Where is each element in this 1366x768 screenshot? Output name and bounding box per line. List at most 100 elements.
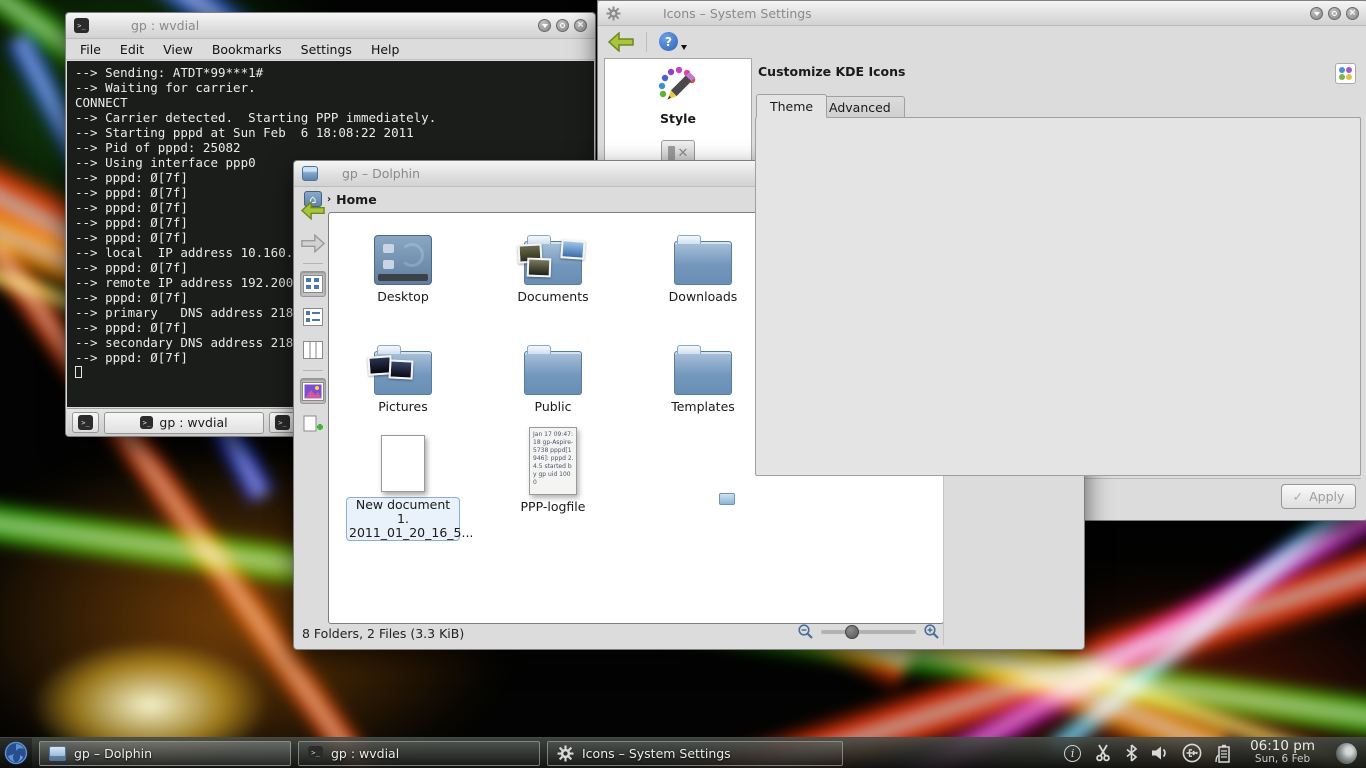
close-button[interactable]: ×: [574, 19, 587, 32]
file-tile-templates[interactable]: Templates: [648, 331, 758, 414]
system-settings-window-title: Icons – System Settings: [663, 6, 812, 21]
icons-view-button[interactable]: [300, 271, 326, 297]
breadcrumb-home[interactable]: Home: [336, 192, 377, 207]
tab-theme[interactable]: Theme: [756, 94, 827, 118]
tab-advanced-label: Advanced: [829, 100, 891, 115]
preview-button[interactable]: [300, 378, 326, 404]
sidebar-item-style-label: Style: [605, 111, 751, 126]
page-title: Customize KDE Icons: [758, 64, 905, 79]
folder-icon: [674, 241, 732, 285]
details-view-button[interactable]: [300, 304, 326, 330]
folder-icon: [674, 351, 732, 395]
columns-view-icon: [303, 341, 323, 359]
desktop-folder-icon: [374, 235, 432, 285]
file-tile-ppp-logfile[interactable]: Jan 17 09:47:18 gp-Aspire-5738 pppd[1946…: [498, 421, 608, 514]
back-icon: [301, 201, 325, 220]
dolphin-icon: [302, 166, 318, 181]
file-tile-pictures[interactable]: Pictures: [348, 331, 458, 414]
back-button[interactable]: [300, 197, 326, 223]
panel-toolbox-cashew-icon[interactable]: [1336, 743, 1357, 764]
menu-edit[interactable]: Edit: [120, 42, 144, 57]
dolphin-window-title: gp – Dolphin: [342, 166, 420, 181]
sidebar-item-style[interactable]: Style: [605, 59, 751, 126]
kde-logo-icon: [4, 741, 28, 765]
check-icon: ✓: [1293, 489, 1303, 504]
documents-folder-icon: [524, 241, 582, 285]
task-label: Icons – System Settings: [582, 746, 731, 761]
minimize-button[interactable]: [1310, 7, 1323, 20]
file-tile-documents[interactable]: Documents: [498, 221, 608, 304]
file-tile-downloads[interactable]: Downloads: [648, 221, 758, 304]
menu-bookmarks[interactable]: Bookmarks: [212, 42, 282, 57]
tab-advanced[interactable]: Advanced: [815, 96, 905, 118]
dolphin-icon: [49, 746, 66, 761]
menu-view[interactable]: View: [163, 42, 193, 57]
maximize-button[interactable]: [1328, 7, 1341, 20]
battery-icon[interactable]: [1215, 744, 1231, 763]
status-text: 8 Folders, 2 Files (3.3 KiB): [302, 626, 464, 641]
gear-icon: [606, 6, 621, 21]
new-tab-button[interactable]: >_: [72, 412, 99, 433]
usb-device-icon[interactable]: [1182, 743, 1202, 763]
blank-file-icon: [381, 435, 425, 492]
terminal-icon: >_: [308, 746, 323, 761]
help-button[interactable]: ?: [659, 32, 678, 51]
menu-file[interactable]: File: [80, 42, 101, 57]
split-view-button[interactable]: [300, 411, 326, 437]
apply-button[interactable]: ✓ Apply: [1281, 484, 1356, 509]
text-file-preview: Jan 17 09:47:18 gp-Aspire-5738 pppd[1946…: [530, 428, 576, 487]
menu-help[interactable]: Help: [371, 42, 400, 57]
application-launcher-button[interactable]: [0, 738, 32, 768]
theme-tab-panel: [755, 117, 1361, 476]
zoom-out-icon[interactable]: [797, 623, 814, 640]
dolphin-statusbar: 8 Folders, 2 Files (3.3 KiB): [302, 622, 944, 644]
file-tile-new-document[interactable]: New document 1. 2011_01_20_16_5...: [346, 428, 460, 541]
tile-label: PPP-logfile: [498, 500, 608, 514]
klipper-scissors-icon[interactable]: [1094, 744, 1112, 762]
terminal-tab-label: gp : wvdial: [159, 415, 227, 430]
task-konsole[interactable]: >_ gp : wvdial: [298, 741, 540, 766]
file-tile-public[interactable]: Public: [498, 331, 608, 414]
volume-icon[interactable]: [1151, 745, 1169, 761]
terminal-icon: >_: [275, 415, 290, 430]
divider: [303, 263, 323, 264]
tile-label: Downloads: [648, 290, 758, 304]
split-tab-button[interactable]: >_: [269, 412, 296, 433]
tile-label: Public: [498, 400, 608, 414]
style-icon: [656, 67, 700, 107]
task-system-settings[interactable]: Icons – System Settings: [547, 741, 843, 766]
gear-icon: [557, 745, 574, 762]
terminal-tab[interactable]: >_ gp : wvdial: [104, 412, 264, 434]
notifications-icon[interactable]: i: [1064, 745, 1081, 762]
clock[interactable]: 06:10 pm Sun, 6 Feb: [1250, 740, 1315, 766]
clock-date: Sun, 6 Feb: [1250, 753, 1315, 766]
zoom-slider[interactable]: [821, 630, 916, 634]
desktop: >_ gp : wvdial × File Edit View Bookmark…: [0, 0, 1366, 768]
folder-icon: [524, 351, 582, 395]
konsole-window-title: gp : wvdial: [131, 18, 199, 33]
zoom-slider-handle[interactable]: [845, 625, 859, 639]
overview-grid-icon[interactable]: [1335, 63, 1356, 84]
back-icon[interactable]: [608, 32, 634, 52]
terminal-icon: >_: [140, 416, 153, 429]
divider: [303, 370, 323, 371]
file-tile-desktop[interactable]: Desktop: [348, 221, 458, 304]
taskbar: gp – Dolphin >_ gp : wvdial Icons – Syst…: [0, 737, 1366, 768]
tile-label: Templates: [648, 400, 758, 414]
system-settings-titlebar[interactable]: Icons – System Settings ×: [598, 1, 1366, 26]
terminal-cursor: [75, 366, 82, 378]
task-label: gp – Dolphin: [74, 746, 152, 761]
forward-button[interactable]: [300, 230, 326, 256]
columns-view-button[interactable]: [300, 337, 326, 363]
maximize-button[interactable]: [556, 19, 569, 32]
bluetooth-icon[interactable]: [1125, 744, 1138, 762]
zoom-in-icon[interactable]: [923, 623, 940, 640]
menu-settings[interactable]: Settings: [301, 42, 352, 57]
preview-icon: [302, 382, 324, 401]
konsole-titlebar[interactable]: >_ gp : wvdial ×: [66, 13, 595, 39]
task-dolphin[interactable]: gp – Dolphin: [39, 741, 291, 766]
minimize-button[interactable]: [538, 19, 551, 32]
close-button[interactable]: ×: [1346, 7, 1359, 20]
icons-view-icon: [303, 275, 323, 293]
details-view-icon: [303, 308, 323, 326]
